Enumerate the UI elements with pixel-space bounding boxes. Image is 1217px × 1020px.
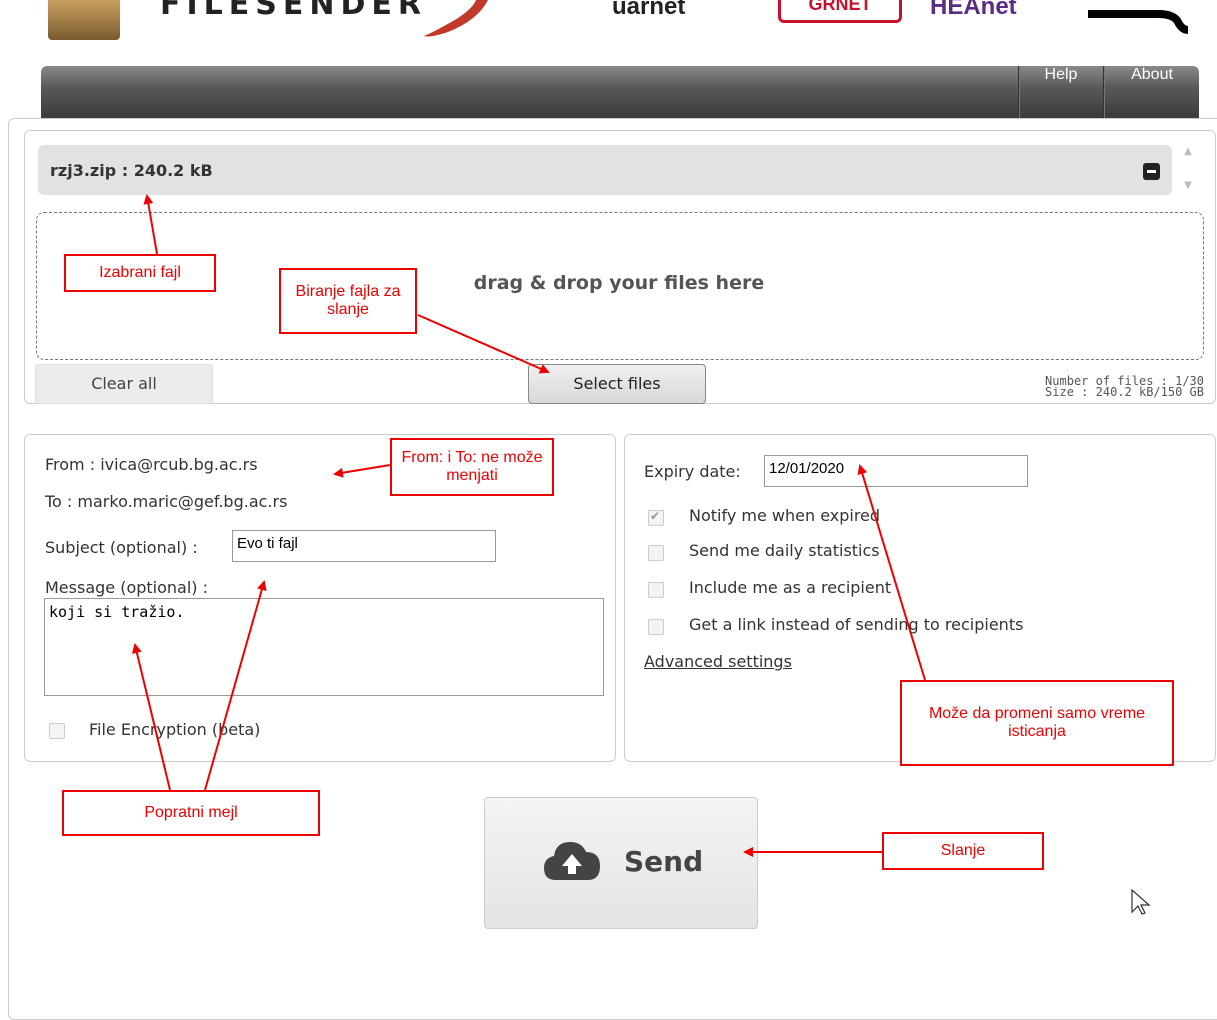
annotation-slanje: Slanje [882,832,1044,870]
annotation-izabrani-fajl: Izabrani fajl [64,254,216,292]
subject-input[interactable]: Evo ti fajl [232,530,496,562]
file-name-label: rzj3.zip : 240.2 kB [50,161,213,180]
encryption-label: File Encryption (beta) [89,720,261,739]
notify-expired-checkbox[interactable] [648,509,664,526]
notify-expired-label: Notify me when expired [689,506,881,525]
message-label: Message (optional) : [45,578,209,597]
subject-label: Subject (optional) : [45,538,198,557]
annotation-from-to: From: i To: ne može menjati [390,438,554,496]
send-label: Send [624,845,704,878]
remove-file-icon[interactable] [1143,163,1160,180]
cloud-upload-icon [544,842,600,880]
get-link-checkbox[interactable] [648,619,664,635]
daily-stats-label: Send me daily statistics [689,541,880,560]
daily-stats-checkbox[interactable] [648,545,664,561]
scroll-down-icon[interactable]: ▼ [1181,180,1195,192]
get-link-label: Get a link instead of sending to recipie… [689,615,1024,634]
encryption-checkbox[interactable] [49,723,65,739]
partner-logo-icon [1088,10,1188,34]
partner-logo-heanet: HEAnet [930,0,1017,20]
clear-all-button[interactable]: Clear all [35,364,213,404]
send-button[interactable] [484,797,758,929]
partner-logo-uarnet: uarnet [612,0,686,20]
advanced-settings-link[interactable]: Advanced settings [644,652,792,671]
chili-logo-icon [424,0,488,37]
upload-size: Size : 240.2 kB/150 GB [1045,385,1204,399]
annotation-expiry-only: Može da promeni samo vreme isticanja [900,680,1174,766]
from-address: From : ivica@rcub.bg.ac.rs [45,455,258,474]
annotation-popratni-mejl: Popratni mejl [62,790,320,836]
scroll-up-icon[interactable]: ▲ [1181,146,1195,158]
mouse-cursor-icon [1131,888,1151,915]
upload-stats: Number of files : 1/30 Size : 240.2 kB/1… [960,375,1204,399]
include-me-label: Include me as a recipient [689,578,892,597]
expiry-label: Expiry date: [644,462,741,481]
nav-about[interactable]: About [1103,66,1200,118]
annotation-biranje-fajla: Biranje fajla za slanje [279,268,417,334]
message-textarea[interactable]: koji si tražio. [44,598,604,696]
partner-logo-grnet: GRNET [778,0,902,23]
nav-help[interactable]: Help [1018,66,1103,118]
select-files-button[interactable]: Select files [528,364,706,404]
app-logo-icon [48,0,120,40]
include-me-checkbox[interactable] [648,582,664,598]
to-address: To : marko.maric@gef.bg.ac.rs [45,492,288,511]
expiry-date-input[interactable]: 12/01/2020 [764,455,1028,487]
